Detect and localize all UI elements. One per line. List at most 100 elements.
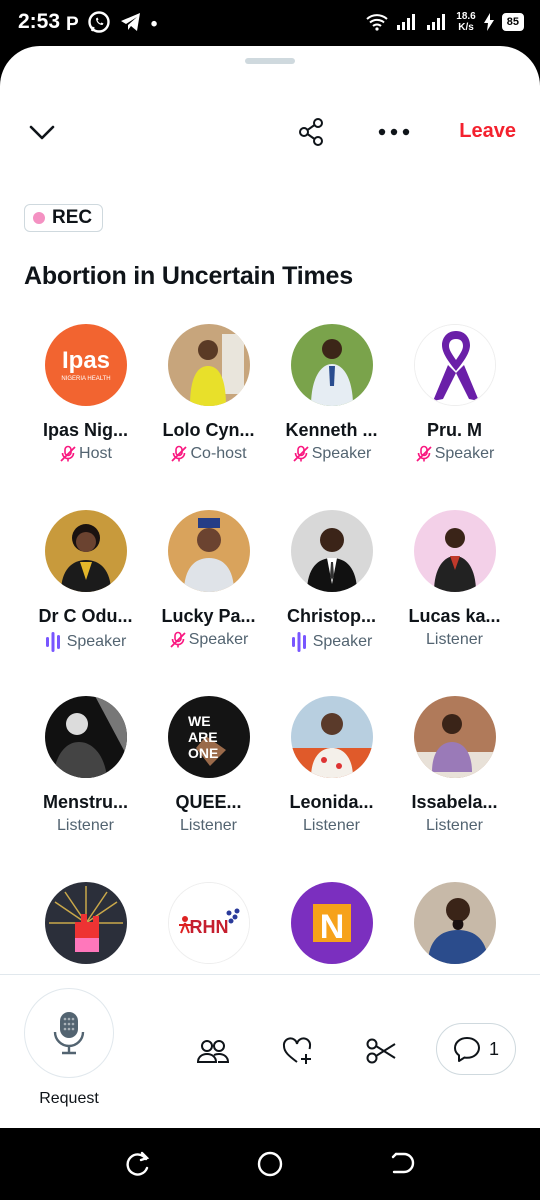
space-sheet: Leave REC Abortion in Uncertain Times Ip… bbox=[0, 46, 540, 1128]
participant-card[interactable]: Dr C Odu... Speaker bbox=[24, 510, 147, 653]
participant-name: Ipas Nig... bbox=[42, 420, 129, 440]
participant-card[interactable]: N bbox=[270, 882, 393, 964]
collapse-button[interactable] bbox=[26, 116, 58, 148]
participant-role: Listener bbox=[393, 631, 516, 649]
comment-count: 1 bbox=[488, 1038, 499, 1059]
recents-button[interactable] bbox=[124, 1150, 152, 1178]
participant-card[interactable]: Ipas NIGERIA HEALTH Ipas Nig... Host bbox=[24, 324, 147, 463]
sheet-grabber[interactable] bbox=[245, 58, 295, 64]
avatar[interactable] bbox=[44, 510, 127, 592]
participant-role: Speaker bbox=[24, 631, 147, 653]
share-button[interactable] bbox=[296, 116, 328, 148]
recording-badge: REC bbox=[24, 204, 104, 232]
participant-name: Menstru... bbox=[42, 792, 128, 812]
svg-text:ARE: ARE bbox=[188, 729, 218, 745]
react-button[interactable] bbox=[280, 1034, 314, 1068]
avatar[interactable] bbox=[44, 882, 127, 964]
participant-card[interactable]: Christop... Speaker bbox=[270, 510, 393, 653]
home-icon bbox=[257, 1151, 283, 1177]
clock: 2:53 bbox=[18, 10, 61, 33]
network-speed: 18.6 K/s bbox=[456, 11, 476, 33]
request-mic-button[interactable] bbox=[24, 988, 114, 1078]
avatar[interactable] bbox=[413, 510, 496, 592]
back-icon bbox=[391, 1152, 415, 1174]
participant-name: Leonida... bbox=[289, 792, 374, 812]
participant-card[interactable]: Issabela... Listener bbox=[393, 696, 516, 835]
mic-off-icon bbox=[293, 445, 309, 462]
participant-card[interactable]: Lucky Pa... Speaker bbox=[147, 510, 270, 649]
mic-off-icon bbox=[416, 445, 432, 462]
participants-button[interactable] bbox=[196, 1034, 230, 1068]
avatar[interactable] bbox=[167, 510, 250, 592]
participant-card[interactable] bbox=[393, 882, 516, 964]
avatar[interactable] bbox=[290, 510, 373, 592]
heart-plus-icon bbox=[282, 1037, 312, 1064]
mic-off-icon bbox=[415, 445, 433, 463]
avatar[interactable]: RHN bbox=[167, 882, 250, 964]
mic-off-icon bbox=[169, 631, 187, 649]
comments-button[interactable]: 1 bbox=[436, 1023, 516, 1075]
p-notification-icon: P bbox=[66, 13, 79, 35]
role-label: Speaker bbox=[66, 633, 127, 650]
more-icon bbox=[378, 128, 410, 136]
participant-card[interactable]: RHN bbox=[147, 882, 270, 964]
avatar[interactable] bbox=[290, 324, 373, 406]
scissors-icon bbox=[366, 1038, 396, 1064]
home-button[interactable] bbox=[256, 1150, 284, 1178]
audio-bars-icon bbox=[291, 631, 311, 653]
avatar[interactable]: WE ARE ONE bbox=[167, 696, 250, 778]
avatar[interactable] bbox=[44, 696, 127, 778]
status-bar: 2:53 P • 18.6 K/s 85 bbox=[0, 0, 540, 50]
avatar[interactable]: Ipas NIGERIA HEALTH bbox=[44, 324, 127, 406]
participant-role: Listener bbox=[24, 817, 147, 835]
back-button[interactable] bbox=[388, 1150, 416, 1178]
participant-role: Speaker bbox=[270, 631, 393, 653]
participant-card[interactable]: Kenneth ... Speaker bbox=[270, 324, 393, 463]
role-label: Speaker bbox=[312, 633, 373, 650]
signal-icon bbox=[397, 14, 416, 30]
clip-button[interactable] bbox=[364, 1034, 398, 1068]
participant-card[interactable]: Leonida... Listener bbox=[270, 696, 393, 835]
notification-icons: P • bbox=[66, 10, 157, 39]
comment-icon bbox=[453, 1037, 480, 1062]
role-label: Listener bbox=[57, 817, 114, 834]
avatar[interactable]: N bbox=[290, 882, 373, 964]
participant-card[interactable]: WE ARE ONE QUEE... Listener bbox=[147, 696, 270, 835]
role-label: Listener bbox=[426, 817, 483, 834]
avatar[interactable] bbox=[413, 324, 496, 406]
role-label: Host bbox=[79, 445, 112, 462]
more-options-button[interactable] bbox=[374, 116, 414, 148]
participant-role: Listener bbox=[147, 817, 270, 835]
participant-role: Host bbox=[24, 445, 147, 463]
wifi-icon bbox=[366, 14, 388, 31]
leave-button[interactable]: Leave bbox=[459, 120, 516, 143]
avatar[interactable] bbox=[167, 324, 250, 406]
recording-label: REC bbox=[52, 207, 93, 228]
avatar[interactable] bbox=[413, 882, 496, 964]
participant-card[interactable]: Lucas ka... Listener bbox=[393, 510, 516, 649]
participant-name: Christop... bbox=[287, 606, 376, 626]
participant-name: Kenneth ... bbox=[285, 420, 378, 440]
participant-card[interactable]: Pru. M Speaker bbox=[393, 324, 516, 463]
role-label: Co-host bbox=[190, 445, 247, 462]
space-header: Leave bbox=[0, 106, 540, 158]
avatar[interactable] bbox=[290, 696, 373, 778]
whatsapp-icon bbox=[87, 10, 111, 39]
participant-name: Dr C Odu... bbox=[38, 606, 133, 626]
recording-dot-icon bbox=[33, 212, 45, 224]
participant-role: Co-host bbox=[147, 445, 270, 463]
participant-role: Listener bbox=[393, 817, 516, 835]
svg-text:NIGERIA HEALTH: NIGERIA HEALTH bbox=[61, 376, 110, 382]
participant-card[interactable] bbox=[24, 882, 147, 964]
dot-indicator: • bbox=[150, 13, 158, 35]
svg-text:ONE: ONE bbox=[188, 745, 218, 761]
participant-card[interactable]: Lolo Cyn... Co-host bbox=[147, 324, 270, 463]
battery-indicator: 85 bbox=[501, 13, 524, 31]
participant-name: Lucas ka... bbox=[408, 606, 501, 626]
participant-card[interactable]: Menstru... Listener bbox=[24, 696, 147, 835]
recents-icon bbox=[126, 1151, 150, 1176]
avatar[interactable] bbox=[413, 696, 496, 778]
participant-name: QUEE... bbox=[175, 792, 242, 812]
participant-name: Pru. M bbox=[426, 420, 482, 440]
svg-text:WE: WE bbox=[188, 713, 211, 729]
